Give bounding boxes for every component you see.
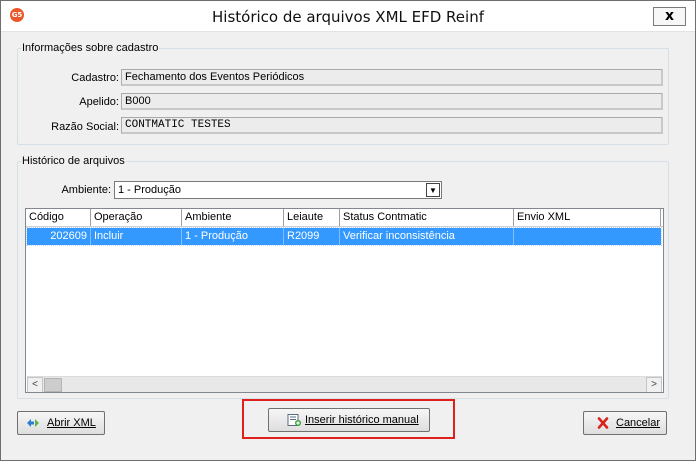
- historico-group-title: Histórico de arquivos: [21, 155, 126, 167]
- apelido-label: Apelido:: [79, 96, 119, 108]
- cell-envio-xml: [514, 228, 661, 245]
- inserir-historico-label: Inserir histórico manual: [305, 414, 419, 426]
- table-header: Código Operação Ambiente Leiaute Status …: [26, 209, 663, 227]
- ambiente-select[interactable]: 1 - Produção ▼: [114, 181, 442, 199]
- dialog-window: G5 Histórico de arquivos XML EFD Reinf x…: [0, 0, 696, 461]
- column-header-leiaute[interactable]: Leiaute: [284, 209, 340, 226]
- title-bar: G5 Histórico de arquivos XML EFD Reinf x: [1, 1, 695, 32]
- window-title: Histórico de arquivos XML EFD Reinf: [212, 8, 484, 26]
- cell-codigo: 202609: [27, 228, 91, 245]
- inserir-historico-button[interactable]: Inserir histórico manual: [268, 408, 430, 432]
- ambiente-selected-value: 1 - Produção: [118, 184, 181, 196]
- historico-table: Código Operação Ambiente Leiaute Status …: [25, 208, 664, 393]
- cell-leiaute: R2099: [284, 228, 340, 245]
- cancelar-label: Cancelar: [616, 417, 661, 429]
- razao-social-label: Razão Social:: [51, 121, 119, 133]
- close-button[interactable]: x: [653, 7, 686, 26]
- ambiente-label: Ambiente:: [61, 184, 111, 196]
- cancelar-button[interactable]: Cancelar: [583, 411, 667, 435]
- column-header-codigo[interactable]: Código: [26, 209, 91, 226]
- column-header-operacao[interactable]: Operação: [91, 209, 182, 226]
- cadastro-group-title: Informações sobre cadastro: [21, 42, 160, 54]
- cell-status: Verificar inconsistência: [340, 228, 514, 245]
- column-header-envio-xml[interactable]: Envio XML: [514, 209, 661, 226]
- scroll-right-icon[interactable]: >: [646, 377, 662, 392]
- razao-social-field[interactable]: CONTMATIC TESTES: [121, 117, 663, 134]
- apelido-field[interactable]: B000: [121, 93, 663, 110]
- cell-ambiente: 1 - Produção: [182, 228, 284, 245]
- xml-arrows-icon: [27, 419, 39, 427]
- column-header-ambiente[interactable]: Ambiente: [182, 209, 284, 226]
- table-row[interactable]: 202609 Incluir 1 - Produção R2099 Verifi…: [26, 227, 662, 246]
- column-header-status[interactable]: Status Contmatic: [340, 209, 514, 226]
- horizontal-scrollbar[interactable]: < >: [27, 376, 662, 392]
- scroll-left-icon[interactable]: <: [27, 377, 43, 392]
- abrir-xml-button[interactable]: Abrir XML: [17, 411, 105, 435]
- cadastro-label: Cadastro:: [71, 72, 119, 84]
- cadastro-field[interactable]: Fechamento dos Eventos Periódicos: [121, 69, 663, 86]
- abrir-xml-label: Abrir XML: [47, 417, 96, 429]
- cell-operacao: Incluir: [91, 228, 182, 245]
- document-add-icon: [287, 414, 301, 426]
- red-x-icon: [597, 417, 609, 429]
- scroll-thumb[interactable]: [44, 378, 62, 392]
- chevron-down-icon[interactable]: ▼: [426, 183, 440, 197]
